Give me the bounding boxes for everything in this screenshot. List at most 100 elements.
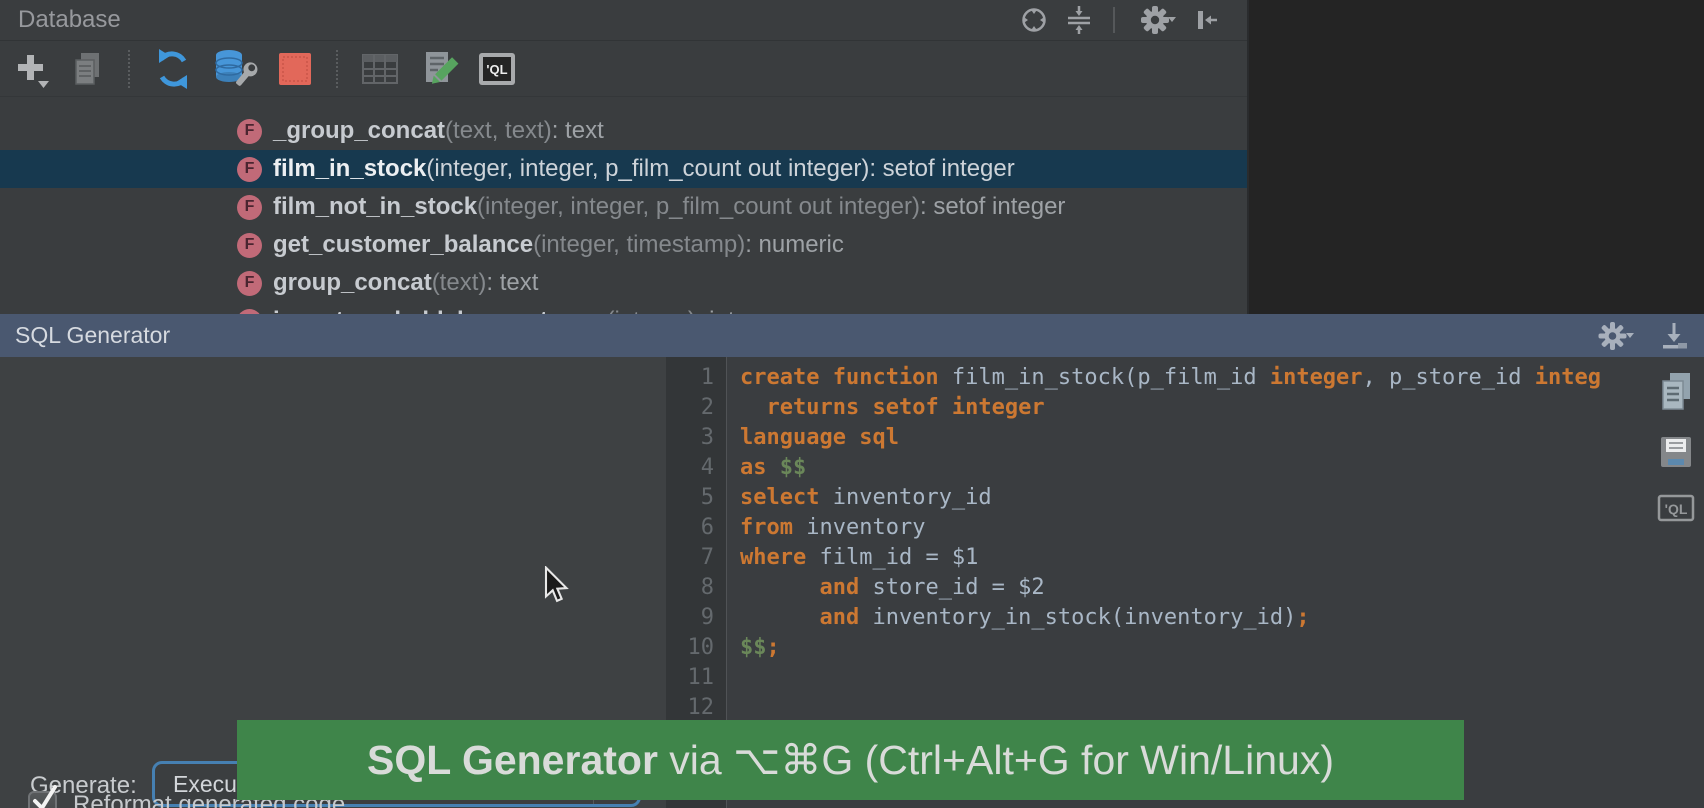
line-number: 8 xyxy=(666,573,726,603)
hide-panel-icon[interactable] xyxy=(1191,5,1221,35)
function-name: group_concat xyxy=(273,269,432,297)
code-line: select inventory_id xyxy=(740,483,1704,513)
code-line: from inventory xyxy=(740,513,1704,543)
code-token: $$ xyxy=(780,455,807,480)
code-line xyxy=(740,693,1704,723)
function-return-type: : numeric xyxy=(745,231,844,259)
code-line: $$; xyxy=(740,633,1704,663)
settings-gear-icon[interactable] xyxy=(1598,321,1640,351)
line-number: 2 xyxy=(666,393,726,423)
function-return-type: : text xyxy=(552,117,604,145)
line-number: 4 xyxy=(666,453,726,483)
function-icon: F xyxy=(237,119,262,144)
code-token: integer xyxy=(1270,365,1363,390)
function-icon: F xyxy=(237,157,262,182)
code-line: and store_id = $2 xyxy=(740,573,1704,603)
database-tool-window: Database xyxy=(0,0,1249,314)
code-token: select xyxy=(740,485,819,510)
function-args: (integer) xyxy=(606,307,695,314)
sql-generator-title: SQL Generator xyxy=(15,314,170,357)
toolbar-separator xyxy=(128,50,130,88)
code-line: create function film_in_stock(p_film_id … xyxy=(740,363,1704,393)
copy-icon[interactable] xyxy=(69,49,107,89)
function-name: film_not_in_stock xyxy=(273,193,477,221)
code-line: language sql xyxy=(740,423,1704,453)
code-token: create function xyxy=(740,365,939,390)
function-return-type: : integer xyxy=(696,307,783,314)
save-icon[interactable] xyxy=(1659,435,1693,469)
code-token: film_in_stock(p_film_id xyxy=(939,365,1270,390)
function-icon: F xyxy=(237,195,262,220)
code-token: integ xyxy=(1535,365,1601,390)
code-line xyxy=(740,663,1704,693)
function-row[interactable]: Fgroup_concat(text): text xyxy=(0,264,1247,302)
code-token: where xyxy=(740,545,806,570)
line-number: 3 xyxy=(666,423,726,453)
function-args: (integer, timestamp) xyxy=(533,231,745,259)
titlebar-separator xyxy=(1113,7,1115,33)
add-icon[interactable] xyxy=(12,48,52,90)
editor-floating-actions: 'QL xyxy=(1656,371,1696,525)
line-number: 11 xyxy=(666,663,726,693)
code-line: where film_id = $1 xyxy=(740,543,1704,573)
sql-console-icon[interactable]: 'QL xyxy=(477,49,517,89)
mouse-cursor xyxy=(541,566,575,611)
ql-badge-text: 'QL xyxy=(1665,501,1688,517)
code-token: inventory_in_stock(inventory_id) xyxy=(859,605,1296,630)
function-row[interactable]: Finventory_held_by_customer(integer): in… xyxy=(0,302,1247,314)
function-row[interactable]: F _group_concat(text, text): text xyxy=(0,112,1247,150)
database-titlebar-actions xyxy=(1019,0,1221,40)
function-name: _group_concat xyxy=(273,117,445,145)
function-args: (text, text) xyxy=(445,117,552,145)
save-to-file-icon[interactable] xyxy=(1658,320,1690,352)
function-list[interactable]: F_group_concat(text, text): textFfilm_in… xyxy=(0,96,1247,314)
collapse-panels-icon[interactable] xyxy=(1064,5,1094,35)
code-token: and xyxy=(819,605,859,630)
ql-badge-text: 'QL xyxy=(486,62,507,77)
caption-rest: via ⌥⌘G (Ctrl+Alt+G for Win/Linux) xyxy=(658,737,1334,783)
line-number: 6 xyxy=(666,513,726,543)
code-token: language sql xyxy=(740,425,899,450)
sql-generator-header: SQL Generator xyxy=(0,314,1704,357)
code-token: $$ xyxy=(740,635,767,660)
code-token: , p_store_id xyxy=(1363,365,1535,390)
database-titlebar: Database xyxy=(0,0,1247,41)
data-source-properties-icon[interactable] xyxy=(212,47,258,91)
modify-table-icon[interactable] xyxy=(418,48,460,90)
function-return-type: : setof integer xyxy=(920,193,1065,221)
code-token xyxy=(740,395,767,420)
function-row[interactable]: Ffilm_not_in_stock(integer, integer, p_f… xyxy=(0,188,1247,226)
code-line: returns setof integer xyxy=(740,393,1704,423)
function-row[interactable]: Fget_customer_balance(integer, timestamp… xyxy=(0,226,1247,264)
stop-icon[interactable] xyxy=(275,49,315,89)
sql-generator-header-actions xyxy=(1598,314,1690,357)
line-number: 10 xyxy=(666,633,726,663)
database-title: Database xyxy=(18,0,121,40)
table-data-icon[interactable] xyxy=(359,49,401,89)
code-token: inventory xyxy=(793,515,925,540)
code-token: ; xyxy=(1296,605,1309,630)
open-in-console-icon[interactable]: 'QL xyxy=(1656,491,1696,525)
reformat-checkbox[interactable] xyxy=(28,791,57,808)
refresh-icon[interactable] xyxy=(151,47,195,91)
code-token: film_id = $1 xyxy=(806,545,978,570)
function-args: (integer, integer, p_film_count out inte… xyxy=(477,193,920,221)
line-number: 5 xyxy=(666,483,726,513)
settings-gear-icon[interactable] xyxy=(1134,4,1176,36)
caption-bold: SQL Generator xyxy=(367,737,658,783)
code-token xyxy=(740,575,819,600)
function-row[interactable]: Ffilm_in_stock(integer, integer, p_film_… xyxy=(0,150,1247,188)
copy-icon[interactable] xyxy=(1657,371,1695,413)
line-number: 12 xyxy=(666,693,726,723)
caption-text: SQL Generator via ⌥⌘G (Ctrl+Alt+G for Wi… xyxy=(367,736,1334,784)
function-icon: F xyxy=(237,233,262,258)
code-line: as $$ xyxy=(740,453,1704,483)
function-return-type: : setof integer xyxy=(869,155,1014,183)
function-name: get_customer_balance xyxy=(273,231,533,259)
locate-icon[interactable] xyxy=(1019,5,1049,35)
line-number: 7 xyxy=(666,543,726,573)
code-token: inventory_id xyxy=(819,485,991,510)
code-token: from xyxy=(740,515,793,540)
function-return-type: : text xyxy=(486,269,538,297)
code-token: returns setof integer xyxy=(767,395,1045,420)
